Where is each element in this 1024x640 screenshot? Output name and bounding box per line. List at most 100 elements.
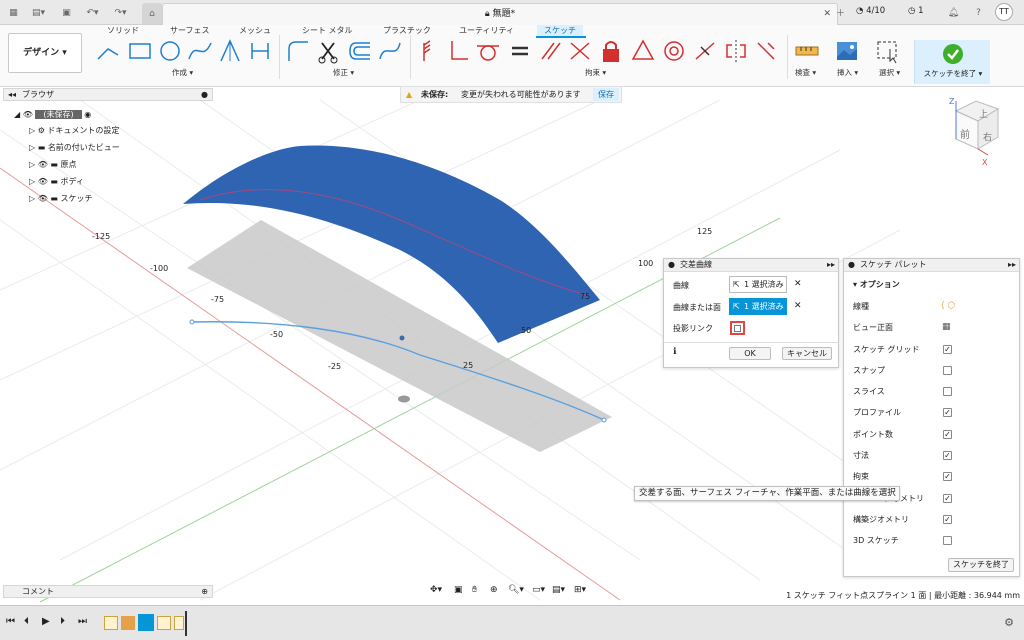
linetype-icons[interactable]: ⟨ ⬡ [941, 301, 955, 311]
timeline-sketch-item[interactable] [157, 616, 171, 630]
info-icon[interactable]: ℹ︎ [673, 347, 676, 357]
group-create[interactable]: 作成 ▾ [172, 67, 193, 78]
geometry-checkbox[interactable]: ✓ [943, 494, 952, 503]
slot-icon[interactable] [246, 37, 274, 65]
triangle-tool-icon[interactable] [216, 37, 244, 65]
undo-icon[interactable]: ↶▾ [84, 4, 101, 21]
viewcube-top-label[interactable]: 上 [979, 107, 988, 120]
pan-camera-icon[interactable]: ▣ [454, 585, 463, 595]
scissors-icon[interactable] [314, 37, 342, 65]
snap-checkbox[interactable] [943, 366, 952, 375]
spline-start-point[interactable] [189, 319, 195, 325]
browser-item-named-views[interactable]: ▷ ▬ 名前の付いたビュー [29, 141, 120, 154]
insert-image-icon[interactable] [833, 37, 861, 65]
home-tab-icon[interactable]: ⌂ [142, 3, 162, 24]
file-menu-icon[interactable]: ▤▾ [30, 4, 47, 21]
play-icon[interactable]: ▶︎ [42, 616, 50, 627]
timeline-sketch-item[interactable] [104, 616, 118, 630]
spline-icon[interactable] [186, 37, 214, 65]
tab-solid[interactable]: ソリッド [107, 25, 139, 36]
circle-icon[interactable] [156, 37, 184, 65]
tab-utility[interactable]: ユーティリティ [459, 25, 514, 36]
projection-link-checkbox-highlight[interactable] [730, 321, 745, 335]
group-modify[interactable]: 修正 ▾ [333, 67, 354, 78]
offset-icon[interactable] [346, 37, 374, 65]
tab-mesh[interactable]: メッシュ [239, 25, 271, 36]
finish-sketch-button[interactable]: スケッチを終了 ▾ [914, 40, 990, 84]
browser-item-bodies[interactable]: ▷ 👁︎ ▬ ボディ [29, 175, 84, 188]
select-icon[interactable] [874, 37, 902, 65]
fillet-icon[interactable] [284, 37, 312, 65]
ok-button[interactable]: OK [729, 347, 771, 360]
lock-icon[interactable] [597, 37, 625, 65]
orbit-icon[interactable]: ✥▾ [430, 585, 442, 595]
clear-surface-icon[interactable]: ✕ [794, 301, 802, 311]
redo-icon[interactable]: ↷▾ [112, 4, 129, 21]
step-back-icon[interactable]: ⏴︎ [24, 616, 29, 627]
go-to-end-icon[interactable]: ⏭︎ [78, 616, 87, 627]
add-comment-icon[interactable]: ⊕ [201, 586, 208, 597]
calendar-icon[interactable]: ▦ [942, 322, 951, 332]
timeline-active-item[interactable] [138, 614, 154, 631]
symmetry-icon[interactable] [629, 37, 657, 65]
surface-selection[interactable]: ⇱ 1 選択済み [729, 298, 787, 315]
dimensions-checkbox[interactable]: ✓ [943, 451, 952, 460]
browser-root[interactable]: ◢ 👁︎ (未保存) ◉ [14, 108, 134, 121]
collapse-icon[interactable]: ◂◂ [8, 89, 16, 100]
perpendicular-icon[interactable] [444, 37, 472, 65]
workspace-switcher[interactable]: デザイン ▾ [8, 33, 82, 73]
palette-minimize-icon[interactable]: ● [848, 259, 855, 271]
document-tab[interactable]: 🔒︎ 無題* ✕ [162, 3, 838, 25]
new-tab-icon[interactable]: ＋ [832, 4, 849, 21]
clear-curve-icon[interactable]: ✕ [794, 279, 802, 289]
equal-icon[interactable] [506, 37, 534, 65]
group-select[interactable]: 選択 ▾ [879, 67, 900, 78]
tab-plastic[interactable]: プラスチック [383, 25, 431, 36]
visual-style-icon[interactable]: ▤▾ [552, 585, 565, 595]
timeline-surface-item[interactable] [121, 616, 135, 630]
group-constraints[interactable]: 拘束 ▾ [585, 67, 606, 78]
parallel-icon[interactable] [536, 37, 564, 65]
3d-sketch-checkbox[interactable] [943, 536, 952, 545]
pan-hand-icon[interactable]: ✋︎ [472, 585, 477, 595]
gear-icon[interactable]: ⚙︎ [1004, 616, 1014, 629]
cancel-button[interactable]: キャンセル [782, 347, 832, 360]
midpoint-icon[interactable] [691, 37, 719, 65]
group-inspect[interactable]: 検査 ▾ [795, 67, 816, 78]
spline-end-point[interactable] [601, 417, 607, 423]
rectangle-icon[interactable] [126, 37, 154, 65]
clock-status[interactable]: ◷ 1 [908, 6, 924, 16]
viewcube-right-label[interactable]: 右 [983, 130, 992, 143]
browser-item-origin[interactable]: ▷ 👁︎ ▬ 原点 [29, 158, 77, 171]
notifications-icon[interactable]: 🔔︎ [945, 4, 962, 21]
construction-checkbox[interactable]: ✓ [943, 515, 952, 524]
measure-icon[interactable] [793, 37, 821, 65]
timeline-sketch-item[interactable] [174, 616, 184, 630]
avatar[interactable]: TT [995, 3, 1013, 21]
curve-icon[interactable] [376, 37, 404, 65]
expand-icon[interactable]: ▸▸ [827, 259, 835, 271]
intersect-header[interactable]: ● 交差曲線 ▸▸ [664, 259, 838, 272]
coincident-icon[interactable] [416, 37, 444, 65]
browser-item-document-settings[interactable]: ▷ ⚙︎ ドキュメントの設定 [29, 124, 119, 137]
tangent-icon[interactable] [474, 37, 502, 65]
line-icon[interactable] [94, 37, 122, 65]
display-settings-icon[interactable]: ▭▾ [532, 585, 545, 595]
expand-icon[interactable]: ▸▸ [1008, 259, 1016, 271]
save-icon[interactable]: ▣ [58, 4, 75, 21]
palette-finish-sketch-button[interactable]: スケッチを終了 [948, 558, 1014, 572]
browser-header[interactable]: ◂◂ ブラウザ ● [3, 88, 213, 101]
timeline-marker[interactable] [185, 611, 187, 636]
options-section[interactable]: ▾ オプション [853, 279, 900, 291]
go-to-start-icon[interactable]: ⏮︎ [6, 616, 15, 627]
viewcube-front-label[interactable]: 前 [960, 126, 970, 141]
mirror-constraint-icon[interactable] [722, 37, 750, 65]
points-checkbox[interactable]: ✓ [943, 430, 952, 439]
zoom-icon[interactable]: ⊕ [490, 585, 498, 595]
viewports-icon[interactable]: ⊞▾ [574, 585, 586, 595]
tab-sketch[interactable]: スケッチ [537, 25, 583, 36]
palette-header[interactable]: ● スケッチ パレット ▸▸ [844, 259, 1019, 272]
group-insert[interactable]: 挿入 ▾ [837, 67, 858, 78]
zoom-window-icon[interactable]: 🔍︎▾ [508, 585, 524, 595]
curve-selection[interactable]: ⇱ 1 選択済み [729, 276, 787, 293]
